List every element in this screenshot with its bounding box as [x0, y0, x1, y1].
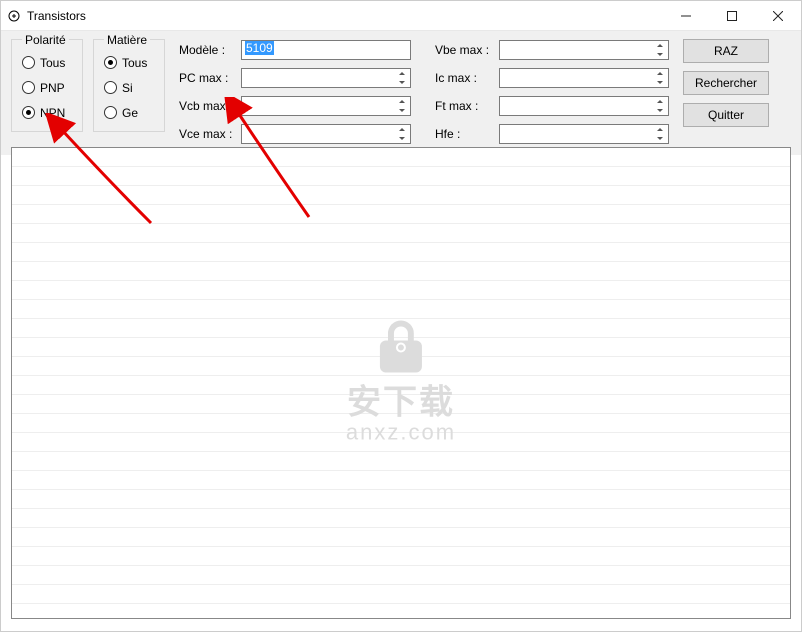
radio-label: Tous [122, 56, 147, 70]
radio-icon [22, 56, 35, 69]
icmax-input[interactable] [499, 68, 669, 88]
close-button[interactable] [755, 1, 801, 30]
spin-down-icon[interactable] [395, 106, 409, 115]
radio-label: Si [122, 81, 133, 95]
maximize-button[interactable] [709, 1, 755, 30]
ftmax-input[interactable] [499, 96, 669, 116]
actions-column: RAZ Rechercher Quitter [683, 39, 769, 127]
vbemax-label: Vbe max : [435, 43, 499, 57]
matiere-option-si[interactable]: Si [104, 75, 154, 100]
radio-label: NPN [40, 106, 65, 120]
results-list[interactable]: 安下载 anxz.com [11, 147, 791, 619]
matiere-option-ge[interactable]: Ge [104, 100, 154, 125]
polarite-option-tous[interactable]: Tous [22, 50, 72, 75]
raz-button[interactable]: RAZ [683, 39, 769, 63]
radio-label: PNP [40, 81, 65, 95]
modele-input[interactable]: 5109 [241, 40, 411, 60]
fields-left: Modèle : 5109 PC max : Vcb max : Vce max… [179, 39, 411, 145]
radio-label: Ge [122, 106, 138, 120]
matiere-option-tous[interactable]: Tous [104, 50, 154, 75]
vbemax-input[interactable] [499, 40, 669, 60]
radio-icon [104, 81, 117, 94]
minimize-button[interactable] [663, 1, 709, 30]
spin-down-icon[interactable] [653, 134, 667, 143]
spin-up-icon[interactable] [395, 69, 409, 78]
window-title: Transistors [27, 9, 663, 23]
list-background [12, 148, 790, 618]
spin-up-icon[interactable] [653, 97, 667, 106]
app-icon [1, 10, 27, 22]
vcemax-input[interactable] [241, 124, 411, 144]
radio-icon [22, 106, 35, 119]
rechercher-button[interactable]: Rechercher [683, 71, 769, 95]
polarite-legend: Polarité [22, 33, 69, 47]
polarite-group: Polarité TousPNPNPN [11, 39, 83, 132]
pcmax-input[interactable] [241, 68, 411, 88]
spin-up-icon[interactable] [395, 125, 409, 134]
criteria-panel: Polarité Tous PNP NPN Matière Tous Si Ge Mod… [1, 31, 801, 155]
matiere-legend: Matière [104, 33, 150, 47]
vcemax-label: Vce max : [179, 127, 241, 141]
polarite-option-npn[interactable]: NPN [22, 100, 72, 125]
radio-icon [22, 81, 35, 94]
icmax-label: Ic max : [435, 71, 499, 85]
spin-down-icon[interactable] [395, 78, 409, 87]
modele-label: Modèle : [179, 43, 241, 57]
spin-up-icon[interactable] [395, 97, 409, 106]
spin-up-icon[interactable] [653, 125, 667, 134]
spin-down-icon[interactable] [653, 78, 667, 87]
fields-right: Vbe max : Ic max : Ft max : Hfe : [435, 39, 669, 145]
titlebar: Transistors [1, 1, 801, 31]
spin-down-icon[interactable] [653, 50, 667, 59]
spin-up-icon[interactable] [653, 69, 667, 78]
radio-label: Tous [40, 56, 65, 70]
radio-icon [104, 106, 117, 119]
window-controls [663, 1, 801, 30]
hfe-label: Hfe : [435, 127, 499, 141]
polarite-option-pnp[interactable]: PNP [22, 75, 72, 100]
spin-down-icon[interactable] [395, 134, 409, 143]
pcmax-label: PC max : [179, 71, 241, 85]
spin-down-icon[interactable] [653, 106, 667, 115]
quitter-button[interactable]: Quitter [683, 103, 769, 127]
ftmax-label: Ft max : [435, 99, 499, 113]
hfe-input[interactable] [499, 124, 669, 144]
spin-up-icon[interactable] [653, 41, 667, 50]
matiere-group: Matière TousSiGe [93, 39, 165, 132]
vcbmax-label: Vcb max : [179, 99, 241, 113]
vcbmax-input[interactable] [241, 96, 411, 116]
radio-icon [104, 56, 117, 69]
